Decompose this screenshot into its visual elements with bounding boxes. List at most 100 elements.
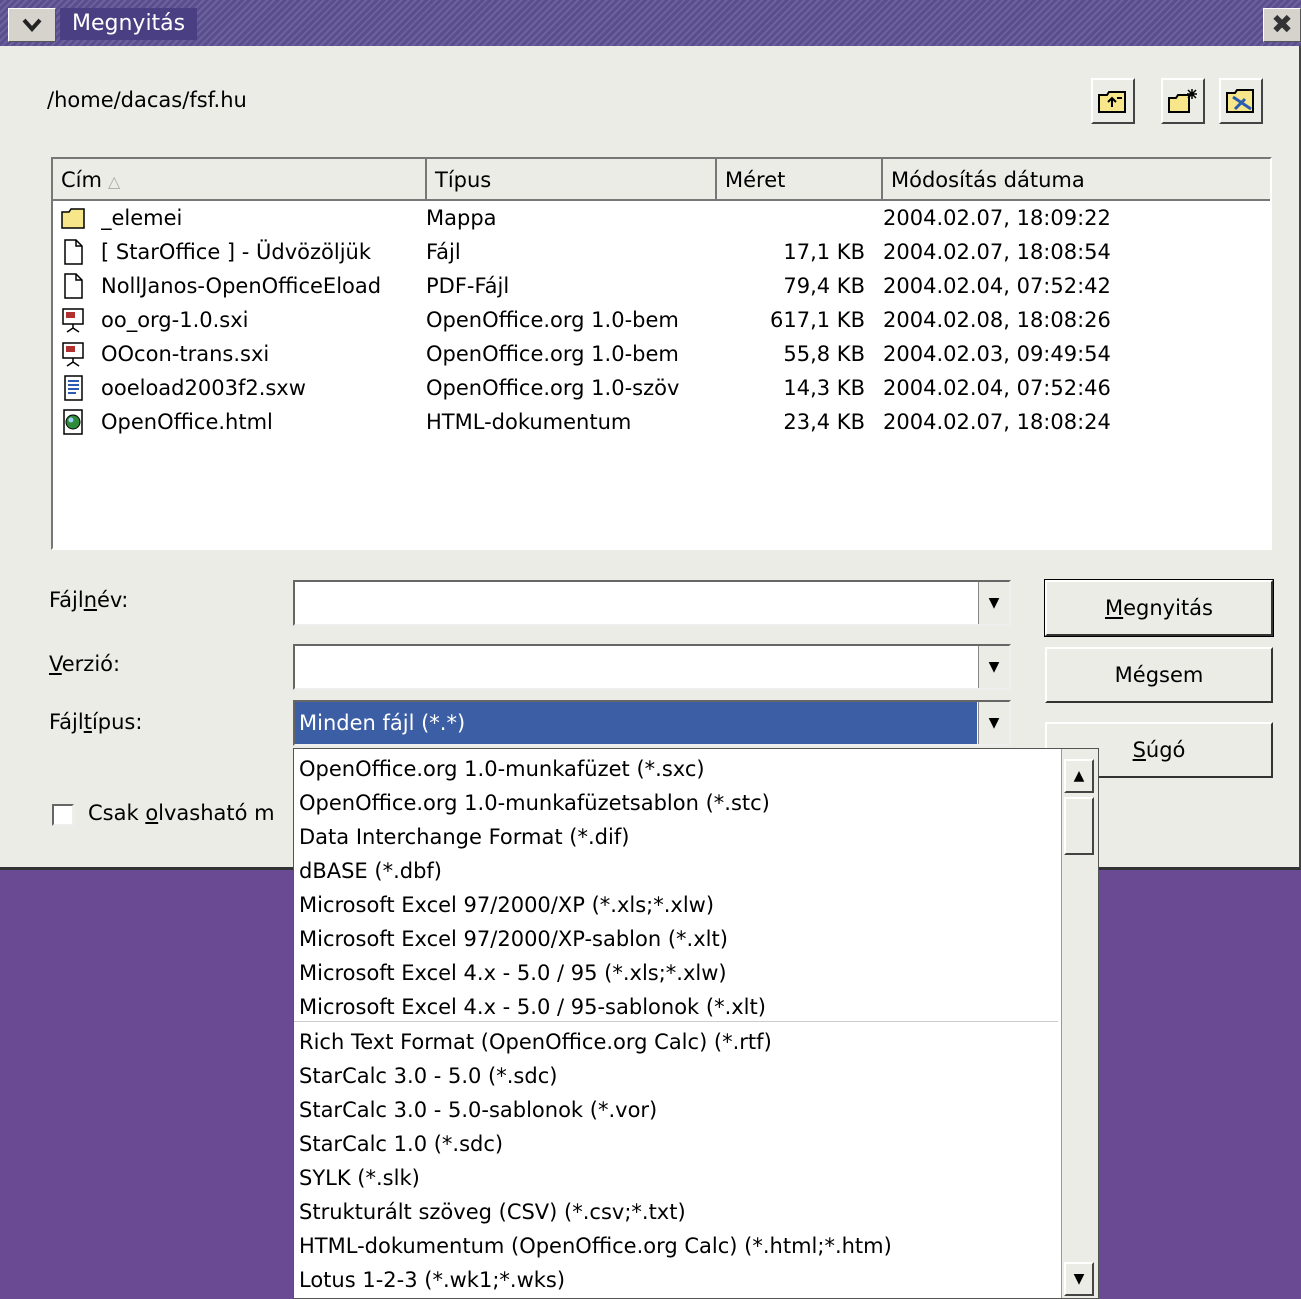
version-dropdown-button[interactable]: ▼ (978, 646, 1009, 688)
file-type: PDF-Fájl (426, 274, 510, 298)
scrollbar-thumb[interactable] (1064, 797, 1094, 855)
file-type: Fájl (426, 240, 461, 264)
filetype-option[interactable]: Microsoft Excel 97/2000/XP-sablon (*.xlt… (299, 922, 728, 956)
version-label: Verzió: (49, 652, 121, 676)
filetype-value: Minden fájl (*.*) (295, 702, 977, 744)
scroll-down-button[interactable]: ▼ (1064, 1262, 1094, 1296)
default-directory-button[interactable] (1219, 78, 1263, 124)
filetype-option[interactable]: Microsoft Excel 4.x - 5.0 / 95 (*.xls;*.… (299, 956, 727, 990)
column-header-date-label: Módosítás dátuma (891, 168, 1085, 192)
presentation-icon (62, 308, 84, 333)
folder-icon (61, 208, 85, 229)
presentation-icon (62, 342, 84, 367)
filename-dropdown-button[interactable]: ▼ (978, 582, 1009, 624)
file-date: 2004.02.04, 07:52:46 (883, 376, 1111, 400)
filetype-option[interactable]: Microsoft Excel 4.x - 5.0 / 95-sablonok … (299, 990, 766, 1024)
filetype-option[interactable]: OpenOffice.org 1.0-munkafüzet (*.sxc) (299, 752, 705, 786)
file-size: 617,1 KB (770, 308, 865, 332)
column-header-size[interactable]: Méret (717, 159, 883, 201)
file-date: 2004.02.03, 09:49:54 (883, 342, 1111, 366)
column-header-name-label: Cím (61, 168, 102, 192)
file-type: OpenOffice.org 1.0-bem (426, 308, 679, 332)
open-button[interactable]: Megnyitás (1044, 579, 1274, 637)
file-name: ooeload2003f2.sxw (101, 376, 306, 400)
file-row[interactable]: oo_org-1.0.sxi OpenOffice.org 1.0-bem 61… (53, 303, 1270, 337)
filename-input[interactable]: ▼ (293, 580, 1011, 626)
triangle-down-icon: ▼ (988, 659, 1000, 675)
titlebar[interactable]: Megnyitás ✖ (0, 0, 1301, 46)
window-title: Megnyitás (60, 8, 198, 40)
window-menu-button[interactable] (8, 8, 56, 42)
file-date: 2004.02.04, 07:52:42 (883, 274, 1111, 298)
close-icon[interactable]: ✖ (1263, 8, 1301, 42)
folder-up-button[interactable] (1091, 78, 1135, 124)
column-header-type-label: Típus (435, 168, 492, 192)
triangle-down-icon: ▼ (988, 595, 1000, 611)
file-size: 79,4 KB (783, 274, 865, 298)
folder-up-icon (1098, 91, 1126, 113)
dropdown-separator (294, 1021, 1058, 1022)
file-size: 23,4 KB (783, 410, 865, 434)
filetype-option[interactable]: Rich Text Format (OpenOffice.org Calc) (… (299, 1025, 772, 1059)
filetype-option[interactable]: OpenOffice.org 1.0-munkafüzetsablon (*.s… (299, 786, 770, 820)
file-row[interactable]: _elemei Mappa 2004.02.07, 18:09:22 (53, 201, 1270, 235)
document-icon (64, 239, 83, 265)
file-name: _elemei (101, 206, 183, 230)
readonly-checkbox[interactable] (52, 804, 74, 826)
filetype-option[interactable]: HTML-dokumentum (OpenOffice.org Calc) (*… (299, 1229, 892, 1263)
column-header-date[interactable]: Módosítás dátuma (883, 159, 1270, 201)
html-icon (63, 409, 83, 435)
filetype-option[interactable]: Strukturált szöveg (CSV) (*.csv;*.txt) (299, 1195, 686, 1229)
filetype-option[interactable]: SYLK (*.slk) (299, 1161, 420, 1195)
default-directory-icon (1226, 89, 1254, 113)
cancel-button[interactable]: Mégsem (1045, 647, 1273, 703)
filetype-option[interactable]: Lotus 1-2-3 (*.wk1;*.wks) (299, 1263, 565, 1297)
file-name: OOcon-trans.sxi (101, 342, 270, 366)
new-folder-icon (1168, 89, 1197, 113)
file-row[interactable]: NollJanos-OpenOfficeEload PDF-Fájl 79,4 … (53, 269, 1270, 303)
triangle-down-icon: ▼ (988, 715, 1000, 731)
file-row[interactable]: ooeload2003f2.sxw OpenOffice.org 1.0-szö… (53, 371, 1270, 405)
file-name: [ StarOffice ] - Üdvözöljük (101, 240, 372, 264)
filetype-option[interactable]: Data Interchange Format (*.dif) (299, 820, 629, 854)
current-path: /home/dacas/fsf.hu (47, 88, 247, 112)
file-row[interactable]: OpenOffice.html HTML-dokumentum 23,4 KB … (53, 405, 1270, 439)
filename-label: Fájlnév: (49, 588, 129, 612)
filetype-dropdown-button[interactable]: ▼ (978, 702, 1009, 744)
file-name: NollJanos-OpenOfficeEload (101, 274, 382, 298)
filetype-option[interactable]: StarCalc 1.0 (*.sdc) (299, 1127, 503, 1161)
file-row[interactable]: OOcon-trans.sxi OpenOffice.org 1.0-bem 5… (53, 337, 1270, 371)
file-size: 17,1 KB (783, 240, 865, 264)
file-row[interactable]: [ StarOffice ] - Üdvözöljük Fájl 17,1 KB… (53, 235, 1270, 269)
version-select[interactable]: ▼ (293, 644, 1011, 690)
dropdown-scrollbar[interactable]: ▲ ▼ (1061, 749, 1098, 1298)
file-type: Mappa (426, 206, 497, 230)
file-name: OpenOffice.html (101, 410, 273, 434)
file-date: 2004.02.08, 18:08:26 (883, 308, 1111, 332)
file-type: OpenOffice.org 1.0-szöv (426, 376, 680, 400)
file-list[interactable]: Cím △ Típus Méret Módosítás dátuma _eleme… (51, 157, 1272, 550)
file-date: 2004.02.07, 18:08:24 (883, 410, 1111, 434)
triangle-down-icon: ▼ (1073, 1271, 1085, 1287)
column-header-size-label: Méret (725, 168, 786, 192)
filetype-option[interactable]: Microsoft Excel 97/2000/XP (*.xls;*.xlw) (299, 888, 714, 922)
column-header-type[interactable]: Típus (427, 159, 717, 201)
filetype-option[interactable]: StarCalc 3.0 - 5.0-sablonok (*.vor) (299, 1093, 657, 1127)
text-document-icon (64, 375, 83, 401)
readonly-label: Csak olvasható m (88, 801, 275, 825)
file-type: HTML-dokumentum (426, 410, 632, 434)
filetype-option[interactable]: StarCalc 3.0 - 5.0 (*.sdc) (299, 1059, 557, 1093)
column-header-name[interactable]: Cím △ (53, 159, 427, 201)
filetype-dropdown-list[interactable]: OpenOffice.org 1.0-munkafüzet (*.sxc) Op… (293, 748, 1099, 1299)
open-dialog: Megnyitás ✖ /home/dacas/fsf.hu Cím △ Típu… (0, 0, 1301, 870)
version-value (295, 646, 977, 688)
filetype-select[interactable]: Minden fájl (*.*) ▼ (293, 700, 1011, 746)
file-size: 14,3 KB (783, 376, 865, 400)
filetype-option[interactable]: dBASE (*.dbf) (299, 854, 442, 888)
scroll-up-button[interactable]: ▲ (1064, 759, 1094, 793)
document-icon (64, 273, 83, 299)
file-date: 2004.02.07, 18:08:54 (883, 240, 1111, 264)
file-date: 2004.02.07, 18:09:22 (883, 206, 1111, 230)
new-folder-button[interactable] (1161, 78, 1205, 124)
filename-value (295, 582, 977, 624)
